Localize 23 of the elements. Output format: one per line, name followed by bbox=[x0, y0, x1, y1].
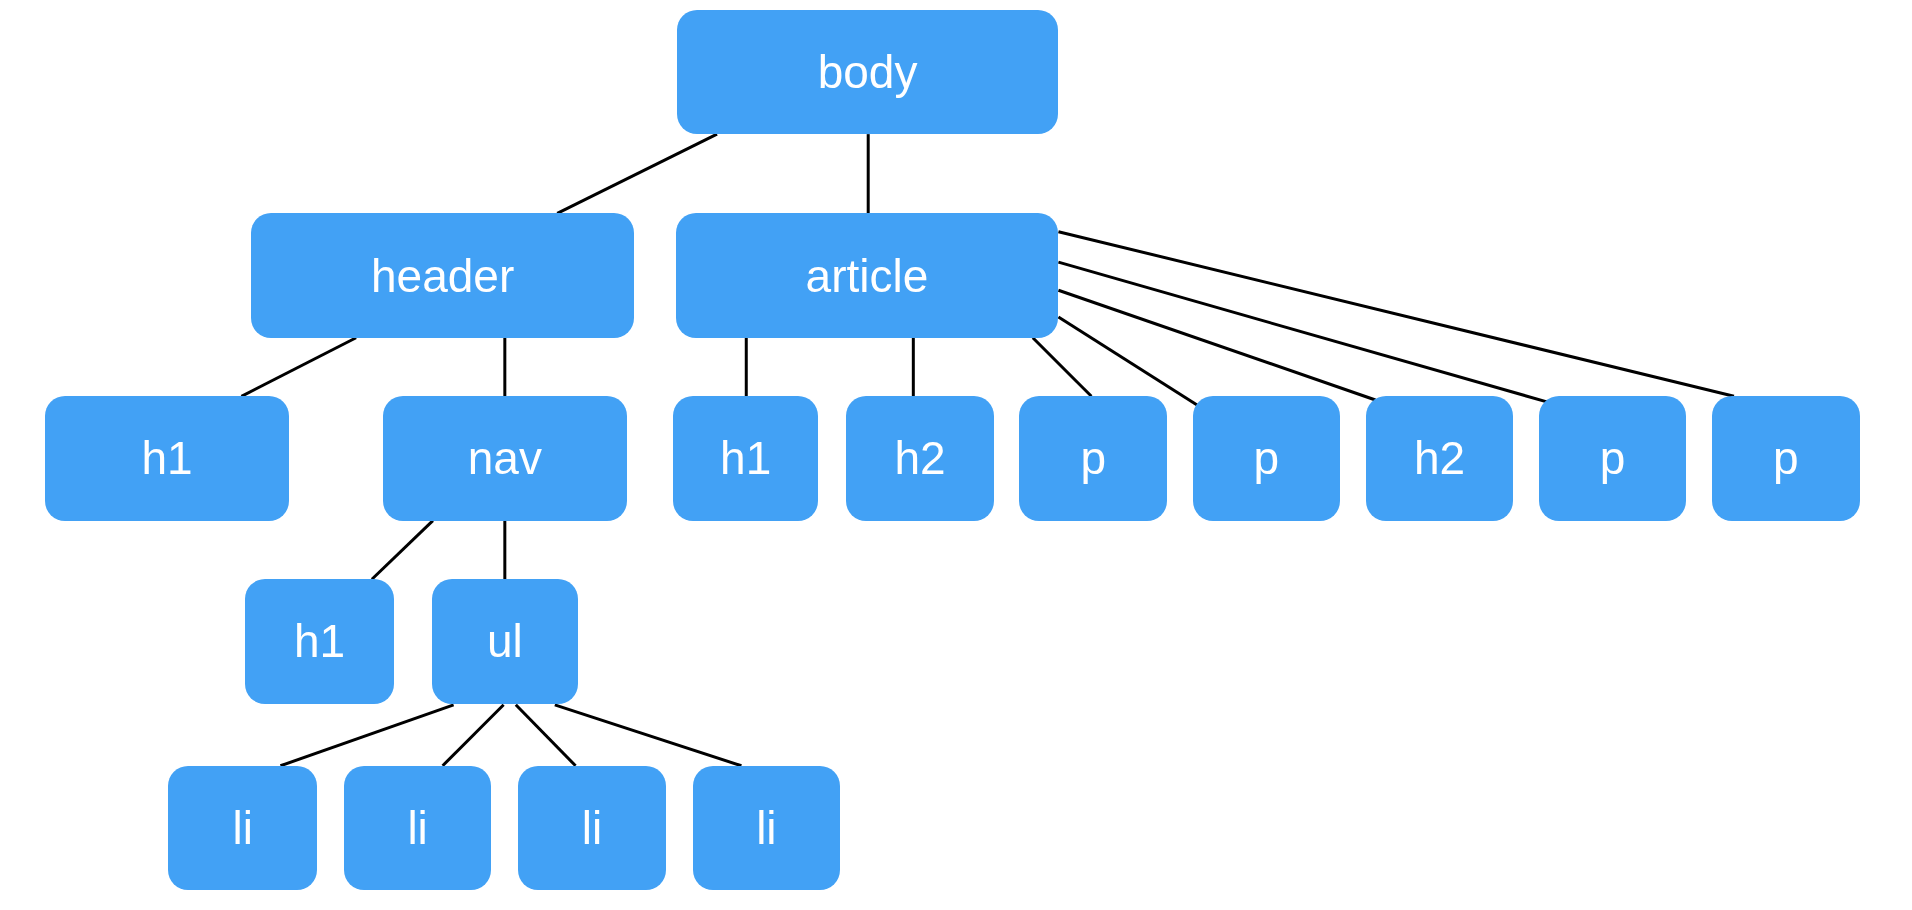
tree-node: p bbox=[1019, 396, 1167, 521]
tree-node: p bbox=[1712, 396, 1860, 521]
tree-node: h1 bbox=[245, 579, 394, 704]
tree-node: ul bbox=[431, 579, 578, 704]
tree-node: h2 bbox=[1365, 396, 1514, 521]
tree-node: p bbox=[1192, 396, 1341, 521]
tree-node: li bbox=[518, 765, 666, 891]
connector-line bbox=[370, 519, 434, 581]
connector-line bbox=[503, 520, 507, 580]
tree-node: header bbox=[251, 213, 635, 338]
tree-node: h1 bbox=[673, 396, 819, 521]
tree-node: li bbox=[692, 765, 841, 891]
tree-node: article bbox=[675, 213, 1059, 338]
tree-node: li bbox=[343, 765, 492, 891]
connector-line bbox=[911, 337, 915, 397]
tree-node: li bbox=[168, 765, 317, 891]
tree-node: h1 bbox=[45, 396, 289, 521]
tree-node: h2 bbox=[846, 396, 994, 521]
tree-node: nav bbox=[382, 396, 627, 521]
connector-line bbox=[744, 337, 748, 397]
connector-line bbox=[503, 337, 507, 397]
tree-node: p bbox=[1538, 396, 1687, 521]
tree-node: body bbox=[676, 9, 1059, 135]
